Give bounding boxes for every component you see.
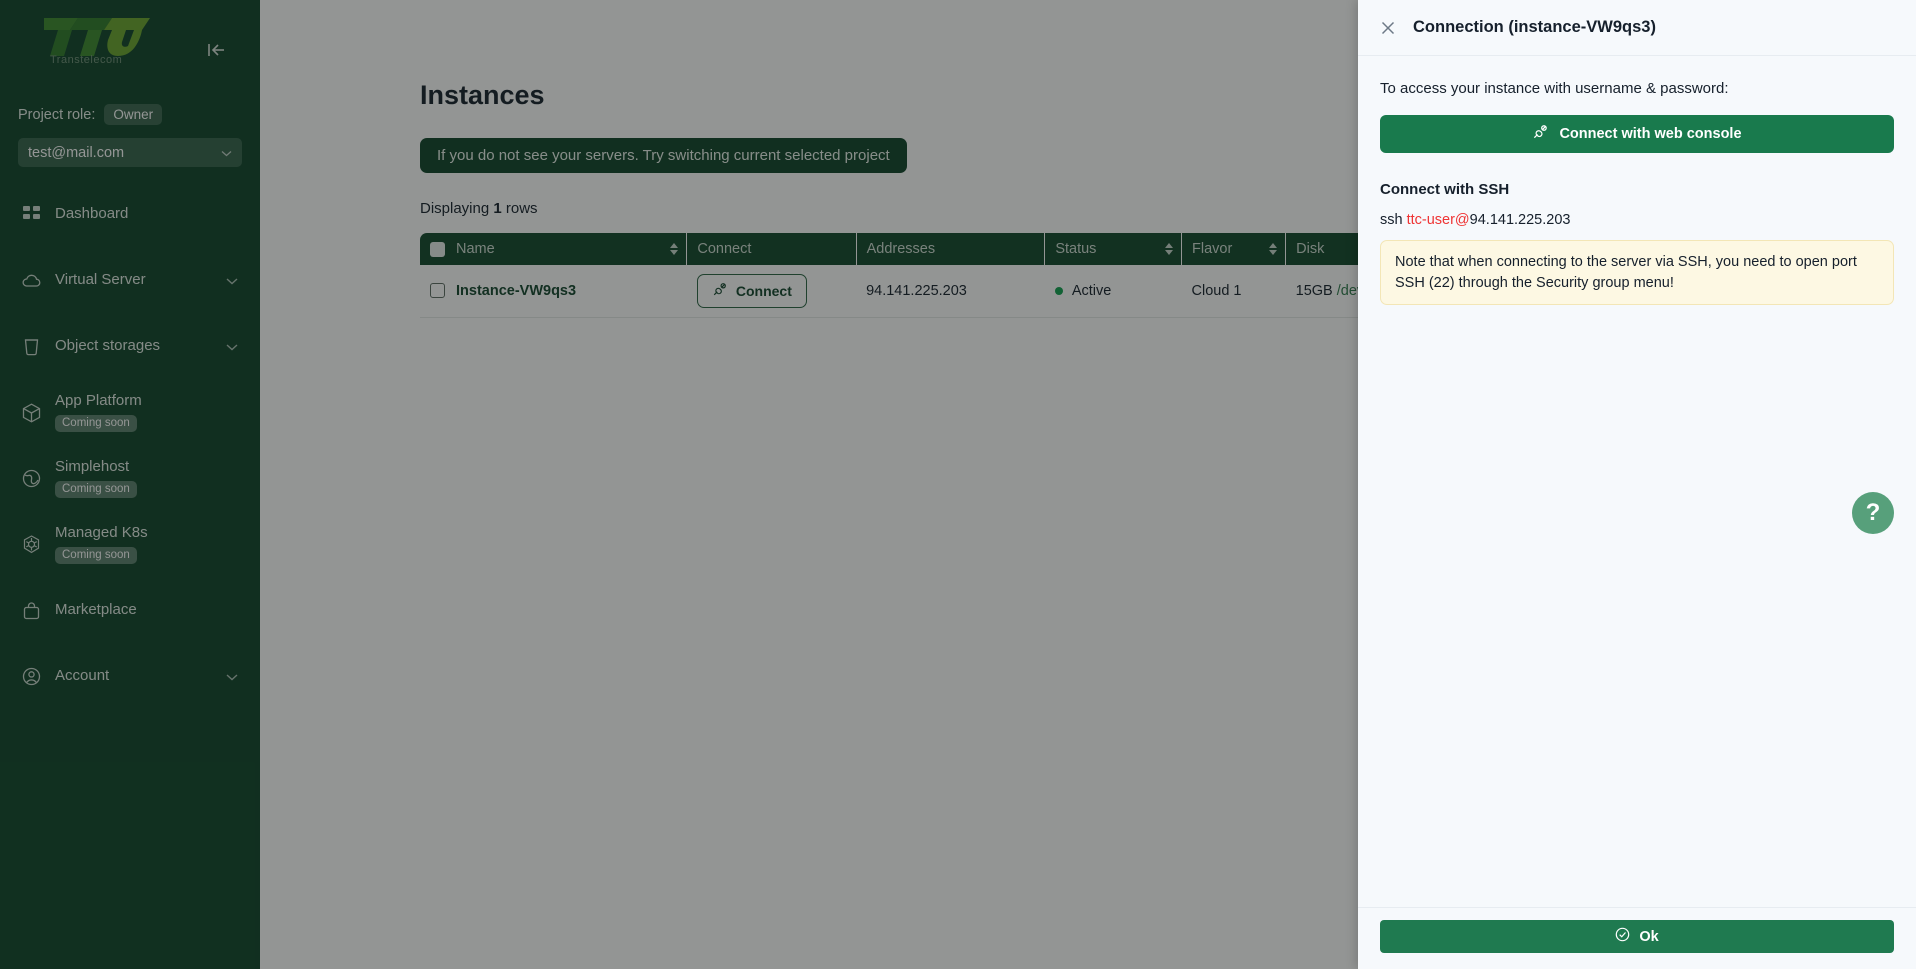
connect-with-web-console-button[interactable]: Connect with web console [1380, 115, 1894, 153]
close-drawer-button[interactable] [1380, 20, 1396, 36]
ok-button[interactable]: Ok [1380, 920, 1894, 953]
question-mark-icon: ? [1865, 499, 1881, 526]
ok-button-label: Ok [1639, 928, 1659, 945]
access-instructions: To access your instance with username & … [1380, 80, 1729, 97]
plug-connect-icon [1532, 124, 1548, 144]
connection-drawer: Connection (instance-VW9qs3) To access y… [1358, 0, 1916, 969]
ssh-port-note: Note that when connecting to the server … [1380, 240, 1894, 306]
drawer-title: Connection (instance-VW9qs3) [1413, 18, 1656, 36]
ssh-section-heading: Connect with SSH [1380, 181, 1510, 198]
drawer-header: Connection (instance-VW9qs3) [1358, 0, 1916, 56]
check-circle-icon [1615, 927, 1630, 946]
connect-console-label: Connect with web console [1559, 126, 1742, 142]
close-icon [1381, 21, 1395, 34]
ssh-command[interactable]: ssh ttc-user@94.141.225.203 [1380, 212, 1894, 228]
ssh-host: 94.141.225.203 [1469, 212, 1571, 228]
drawer-footer: Ok [1358, 907, 1916, 969]
help-button[interactable]: ? [1852, 492, 1894, 534]
ssh-username: ttc-user@ [1406, 212, 1470, 228]
drawer-body: To access your instance with username & … [1358, 56, 1916, 907]
ssh-prefix: ssh [1380, 212, 1407, 228]
app-root: Transtelecom Project role: Owner test@ma… [0, 0, 1916, 969]
